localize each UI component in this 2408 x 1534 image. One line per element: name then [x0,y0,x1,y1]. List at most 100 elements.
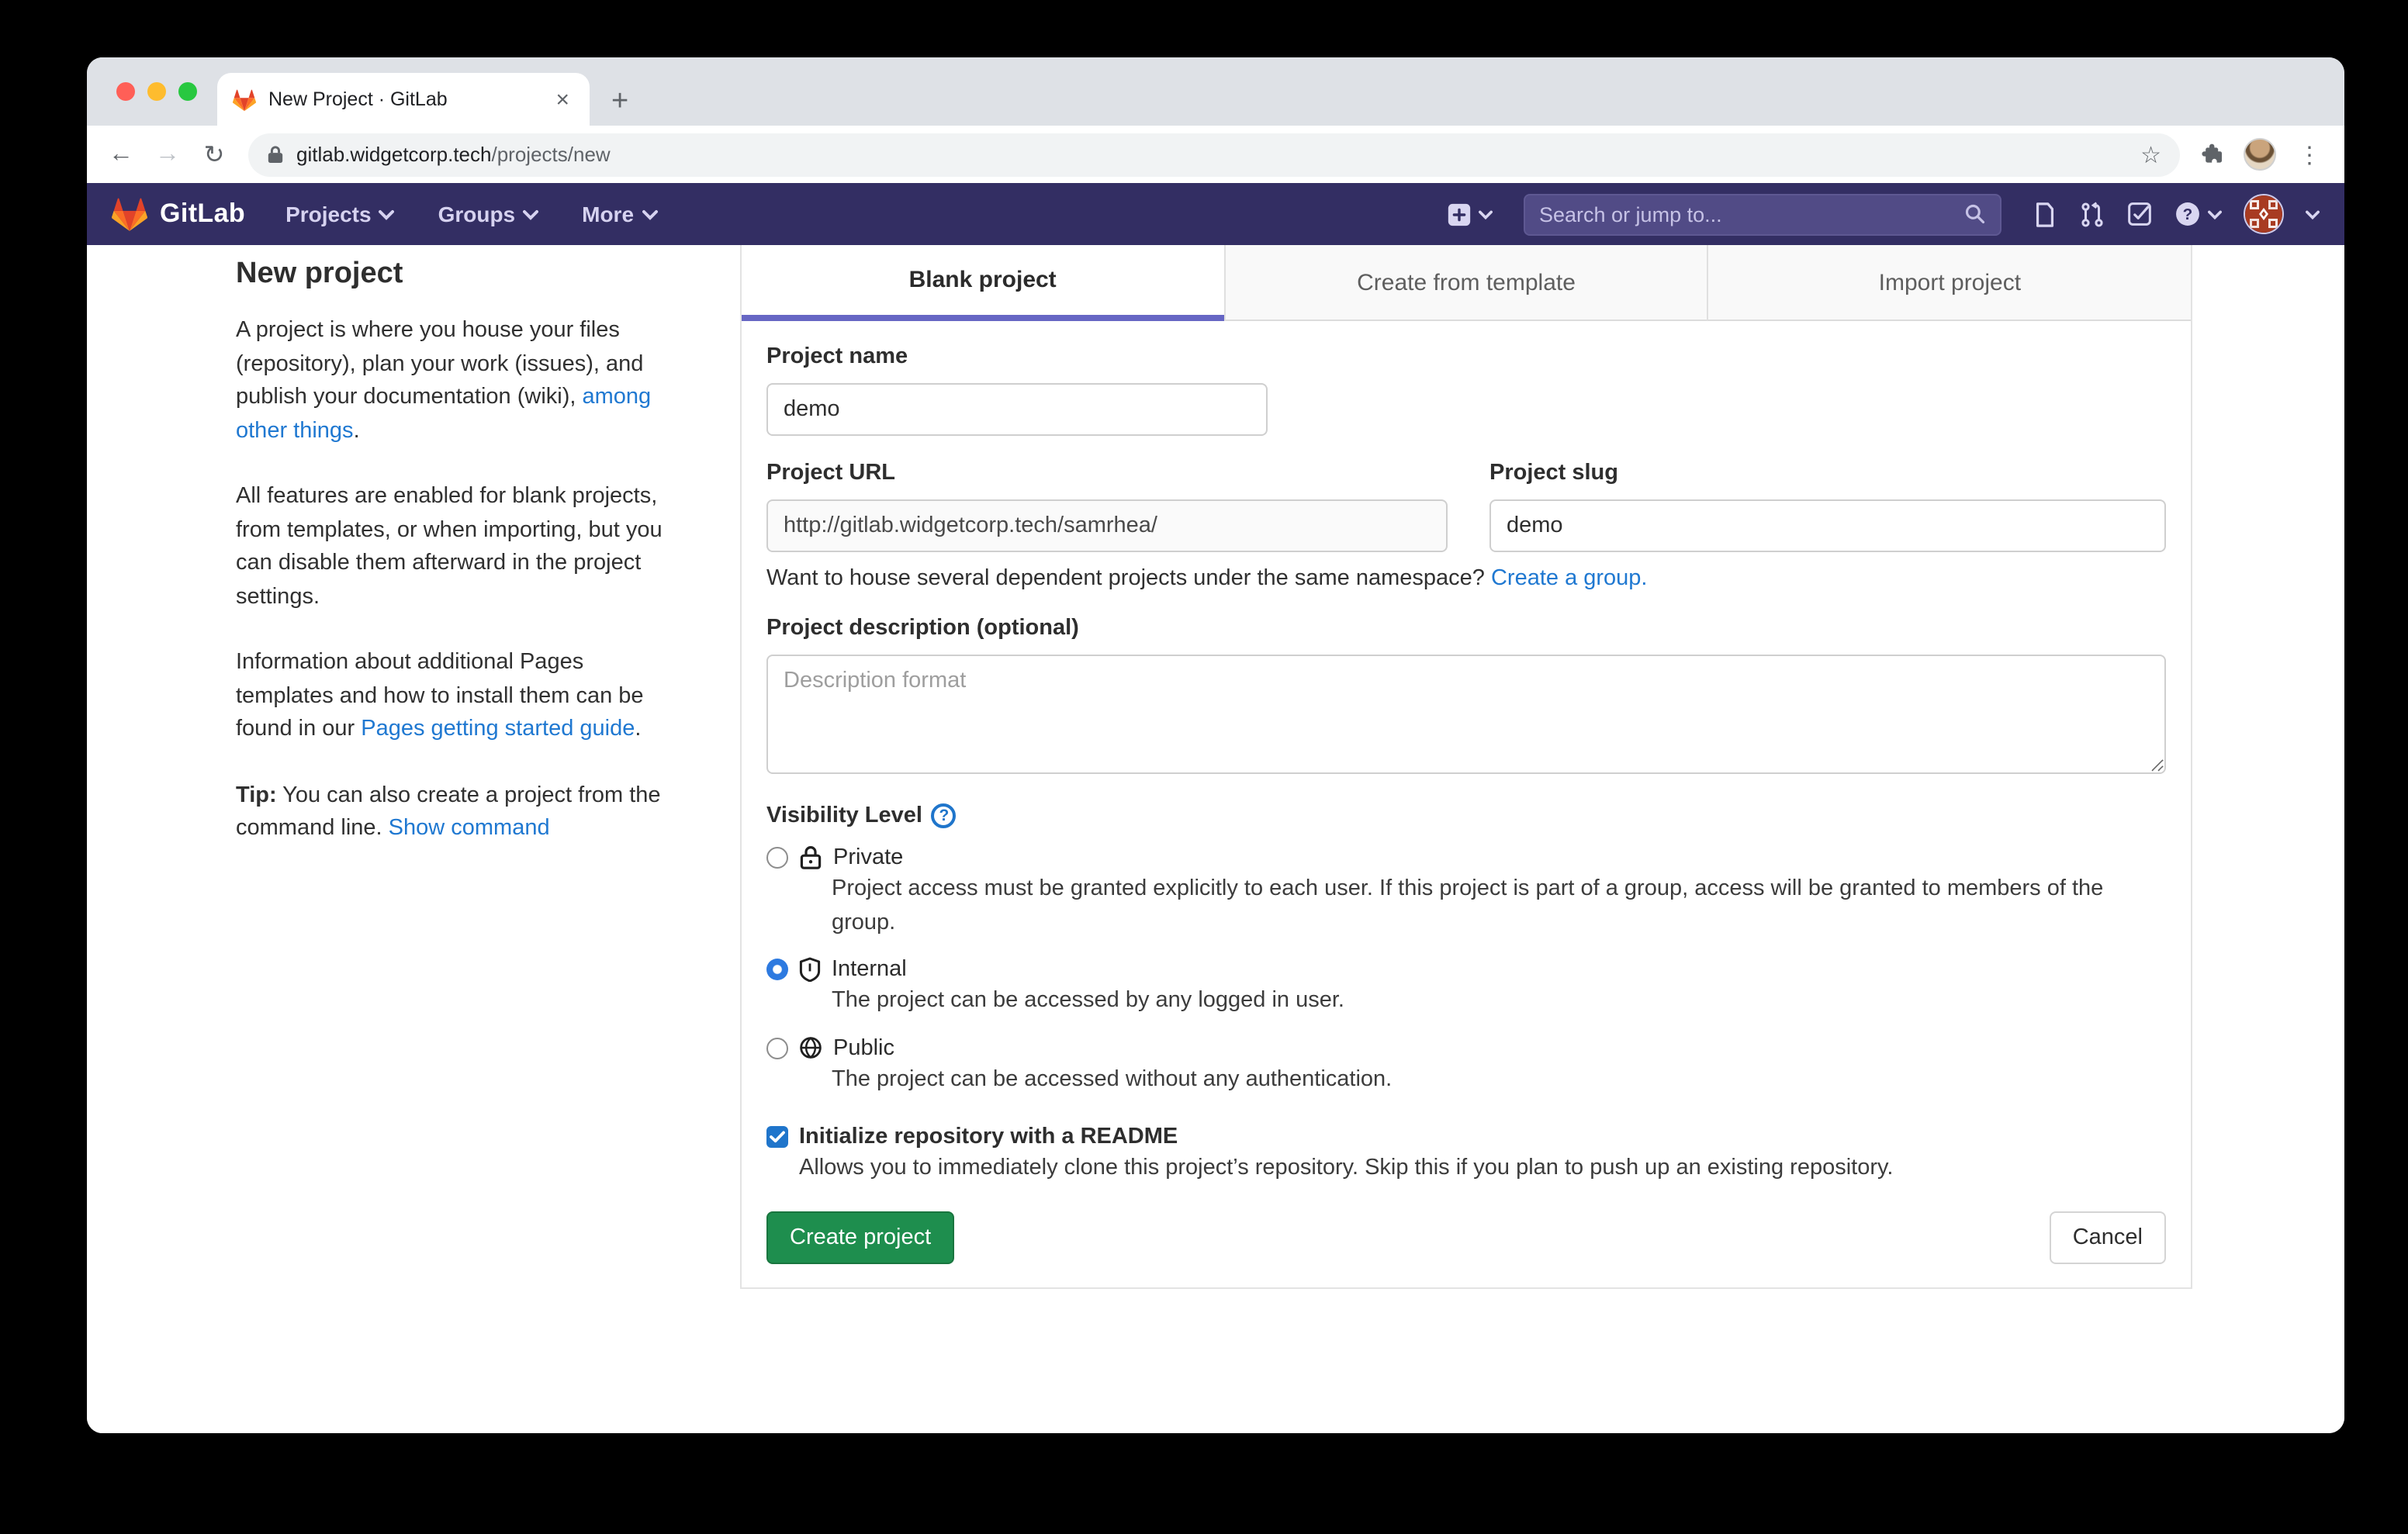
url-text: gitlab.widgetcorp.tech/projects/new [296,143,2128,166]
internal-description: The project can be accessed by any logge… [832,985,2166,1018]
visibility-option-internal: Internal The project can be accessed by … [766,957,2166,1018]
chevron-down-icon [1479,209,1493,219]
tab-import-project[interactable]: Import project [1707,245,2191,321]
tab-create-from-template[interactable]: Create from template [1223,245,1707,321]
public-option-row[interactable]: Public [766,1035,2166,1060]
tab-title: New Project · GitLab [268,88,538,110]
readme-label: Initialize repository with a README [799,1125,1178,1149]
public-label: Public [833,1035,894,1060]
nav-projects[interactable]: Projects [285,202,395,226]
new-tab-button[interactable]: + [611,87,628,116]
chevron-down-icon [379,209,395,219]
gitlab-logo[interactable]: GitLab [112,197,245,231]
create-project-button[interactable]: Create project [766,1211,954,1264]
show-command-link[interactable]: Show command [389,816,550,841]
search-placeholder: Search or jump to... [1539,202,1964,226]
shield-icon [799,957,821,982]
url-host: gitlab.widgetcorp.tech [296,143,492,166]
blank-project-form: Project name Project URL Project slug Wa… [742,321,2191,1287]
sidebar-paragraph-1: A project is where you house your files … [236,315,681,448]
browser-tab-strip: New Project · GitLab × + [87,57,2344,126]
visibility-option-private: Private Project access must be granted e… [766,845,2166,940]
browser-profile-avatar[interactable] [2244,138,2276,171]
svg-text:?: ? [2183,206,2193,223]
public-radio[interactable] [766,1037,788,1059]
screen: New Project · GitLab × + ← → ↻ gitlab.wi… [0,0,2408,1534]
browser-toolbar: ← → ↻ gitlab.widgetcorp.tech/projects/ne… [87,126,2344,183]
minimize-window-button[interactable] [147,82,166,101]
globe-icon [799,1036,822,1059]
check-icon [770,1131,785,1143]
merge-requests-icon[interactable] [2079,201,2105,227]
tab-blank-project[interactable]: Blank project [742,245,1223,321]
chevron-down-icon [2306,209,2320,219]
gitlab-wordmark: GitLab [160,199,245,230]
user-avatar[interactable] [2244,194,2284,234]
project-type-tabs: Blank project Create from template Impor… [742,245,2191,321]
project-description-label: Project description (optional) [766,616,2166,641]
bookmark-star-icon[interactable]: ☆ [2140,140,2161,168]
project-slug-input[interactable] [1489,499,2166,552]
help-menu-icon[interactable]: ? [2174,200,2222,228]
reload-icon[interactable]: ↻ [194,134,234,174]
navbar-right: Search or jump to... ? [1446,193,2320,235]
sidebar-tip: Tip: You can also create a project from … [236,779,681,846]
project-name-input[interactable] [766,383,1268,436]
gitlab-favicon [233,88,256,111]
browser-menu-icon[interactable]: ⋮ [2298,140,2321,168]
pages-guide-link[interactable]: Pages getting started guide [361,717,635,741]
readme-checkbox[interactable] [766,1126,788,1148]
new-project-panel: Blank project Create from template Impor… [740,245,2192,1289]
new-project-sidebar: New project A project is where you house… [236,257,681,879]
private-radio[interactable] [766,847,788,869]
private-description: Project access must be granted explicitl… [832,873,2166,940]
nav-more[interactable]: More [582,202,657,226]
project-url-field: Project URL [766,461,1448,552]
browser-tab[interactable]: New Project · GitLab × [217,73,590,126]
project-description-textarea[interactable] [766,655,2166,774]
chevron-down-icon [642,209,657,219]
url-slug-row: Project URL Project slug [766,461,2166,552]
internal-label: Internal [832,957,907,982]
todos-icon[interactable] [2127,202,2152,226]
readme-checkbox-row[interactable]: Initialize repository with a README [766,1125,2166,1149]
back-icon[interactable]: ← [101,134,141,174]
readme-description: Allows you to immediately clone this pro… [799,1156,2166,1180]
page-title: New project [236,257,681,292]
forward-icon: → [147,134,188,174]
nav-groups[interactable]: Groups [438,202,539,226]
project-url-label: Project URL [766,461,1448,485]
private-option-row[interactable]: Private [766,845,2166,870]
tip-label: Tip: [236,783,277,807]
close-window-button[interactable] [116,82,135,101]
gitlab-navbar: GitLab Projects Groups More Search or ju… [87,183,2344,245]
internal-radio[interactable] [766,959,788,980]
chevron-down-icon [2208,209,2222,219]
tanuki-icon [112,197,147,231]
gitlab-menu: Projects Groups More [285,202,657,226]
visibility-help-icon[interactable]: ? [932,803,957,828]
search-icon [1964,203,1986,225]
namespace-helper: Want to house several dependent projects… [766,566,2166,591]
address-bar[interactable]: gitlab.widgetcorp.tech/projects/new ☆ [248,133,2180,176]
new-menu-plus-icon[interactable] [1446,201,1493,227]
close-tab-icon[interactable]: × [551,86,574,112]
form-actions: Create project Cancel [766,1211,2166,1264]
project-name-label: Project name [766,344,2166,369]
project-url-input[interactable] [766,499,1448,552]
url-path: /projects/new [492,143,611,166]
visibility-level-header: Visibility Level ? [766,803,2166,828]
window-controls [116,82,197,101]
cancel-button[interactable]: Cancel [2050,1211,2166,1264]
public-description: The project can be accessed without any … [832,1063,2166,1097]
issues-icon[interactable] [2033,201,2057,227]
extensions-icon[interactable] [2200,142,2225,167]
sidebar-paragraph-2: All features are enabled for blank proje… [236,481,681,614]
internal-option-row[interactable]: Internal [766,957,2166,982]
search-input[interactable]: Search or jump to... [1524,193,2001,235]
zoom-window-button[interactable] [178,82,197,101]
lock-icon [267,144,284,164]
create-group-link[interactable]: Create a group. [1491,566,1648,591]
chevron-down-icon [523,209,538,219]
browser-window: New Project · GitLab × + ← → ↻ gitlab.wi… [87,57,2344,1433]
